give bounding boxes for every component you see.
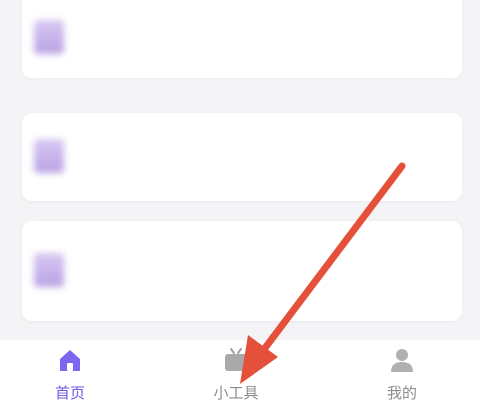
tab-tools[interactable]: 小工具 (176, 340, 296, 403)
item-thumbnail (34, 253, 64, 287)
tab-label: 我的 (386, 384, 417, 402)
bottom-tab-bar: 首页 小工具 我的 (0, 340, 480, 403)
tab-label: 小工具 (213, 384, 259, 402)
item-thumbnail (34, 20, 64, 54)
list-item[interactable] (22, 113, 462, 201)
tab-home[interactable]: 首页 (10, 340, 130, 403)
list-item[interactable] (22, 221, 462, 321)
tab-label: 首页 (54, 384, 85, 402)
toolbox-icon (225, 348, 247, 371)
profile-icon (391, 349, 413, 372)
list-item[interactable] (22, 0, 462, 78)
content-list (0, 0, 480, 340)
home-icon (60, 350, 80, 371)
item-thumbnail (34, 139, 64, 173)
tab-profile[interactable]: 我的 (342, 340, 462, 403)
app-screen: 首页 小工具 我的 (0, 0, 480, 403)
